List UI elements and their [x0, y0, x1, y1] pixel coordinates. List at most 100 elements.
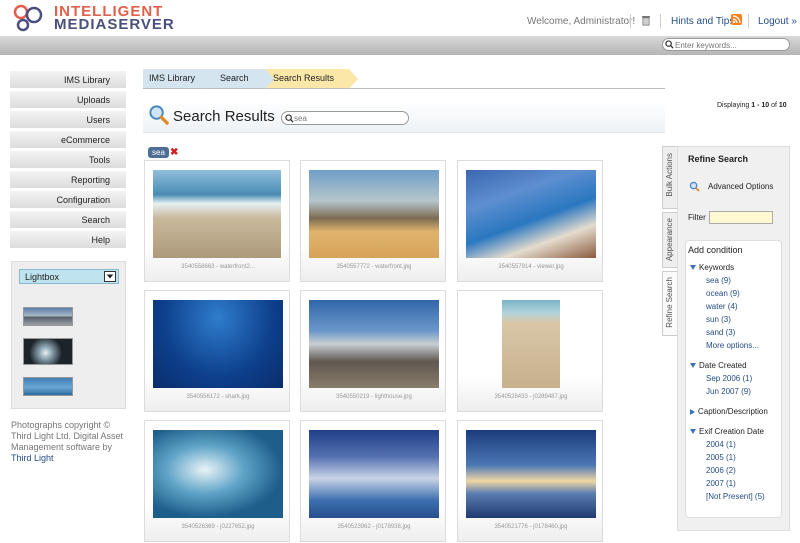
result-caption: 3540528433 - j0289487.jpg — [494, 394, 568, 400]
title-bar: Search Results — [143, 101, 665, 133]
tab-refine-search-label: Refine Search — [665, 277, 674, 328]
copyright-body: Photographs copyright © Third Light Ltd.… — [11, 420, 124, 452]
keyword-ocean[interactable]: ocean (9) — [706, 289, 740, 298]
result-caption: 3540523962 - j0178938.jpg — [337, 524, 411, 530]
add-condition-box: Add condition Keywords sea (9) ocean (9)… — [685, 240, 782, 518]
menu-item-help[interactable]: Help — [10, 230, 126, 248]
trash-icon[interactable] — [641, 14, 651, 26]
breadcrumb-item-search[interactable]: Search — [205, 69, 265, 88]
results-count-range: 1 - 10 — [751, 102, 770, 109]
logo-icon[interactable] — [12, 3, 48, 33]
welcome-text: Welcome, Administrator! — [527, 16, 636, 27]
result-caption: 3540521776 - j0178460.jpg — [494, 524, 568, 530]
result-caption: 3540557772 - waterfront.jpg — [336, 264, 412, 270]
result-tile[interactable]: 3540526369 - j0227652.jpg — [144, 420, 290, 542]
logo-text-bottom: MEDIASERVER — [54, 16, 175, 33]
keyword-sea[interactable]: sea (9) — [706, 276, 731, 285]
refine-panel: Refine Search Advanced Options Filter Ad… — [677, 146, 790, 531]
menu-item-users[interactable]: Users — [10, 110, 126, 128]
result-tile[interactable]: 3540557772 - waterfront.jpg — [300, 160, 446, 282]
breadcrumb-separator — [265, 69, 274, 89]
breadcrumb-item-ims-library[interactable]: IMS Library — [143, 69, 205, 88]
result-caption: 3540557914 - viewer.jpg — [498, 264, 564, 270]
breadcrumb-separator — [205, 69, 214, 89]
result-tile[interactable]: 3540521776 - j0178460.jpg — [457, 420, 603, 542]
date-sep-2006[interactable]: Sep 2006 (1) — [706, 374, 752, 383]
result-thumbnail[interactable] — [466, 170, 596, 258]
result-thumbnail[interactable] — [502, 300, 560, 388]
keywords-heading-label: Keywords — [699, 263, 735, 272]
result-thumbnail[interactable] — [153, 430, 283, 518]
triangle-down-icon — [690, 265, 696, 271]
date-jun-2007[interactable]: Jun 2007 (9) — [706, 387, 751, 396]
exif-2004[interactable]: 2004 (1) — [706, 440, 736, 449]
exif-2006[interactable]: 2006 (2) — [706, 466, 736, 475]
triangle-down-icon — [690, 363, 696, 369]
result-thumbnail[interactable] — [309, 430, 439, 518]
menu-item-tools[interactable]: Tools — [10, 150, 126, 168]
search-icon[interactable] — [689, 181, 700, 192]
tab-bulk-actions[interactable]: Bulk Actions — [662, 146, 678, 209]
search-icon — [285, 114, 294, 123]
result-tile[interactable]: 3540523962 - j0178938.jpg — [300, 420, 446, 542]
menu-item-uploads[interactable]: Uploads — [10, 90, 126, 108]
result-thumbnail[interactable] — [466, 430, 596, 518]
tab-appearance-label: Appearance — [665, 218, 674, 262]
hints-link[interactable]: Hints and Tips — [671, 16, 734, 27]
tab-refine-search[interactable]: Refine Search — [662, 271, 678, 336]
top-search-box[interactable] — [662, 38, 790, 51]
filter-input[interactable] — [709, 211, 773, 224]
caption-description-heading[interactable]: Caption/Description — [690, 407, 768, 416]
triangle-right-icon — [690, 408, 695, 415]
result-tile[interactable]: 3540558663 - waterfront2... — [144, 160, 290, 282]
results-search-input[interactable] — [294, 113, 404, 123]
top-search-input[interactable] — [675, 40, 785, 50]
result-thumbnail[interactable] — [309, 300, 439, 388]
chevron-down-icon[interactable] — [104, 271, 116, 282]
logout-link[interactable]: Logout » — [758, 16, 797, 27]
advanced-options-link[interactable]: Advanced Options — [708, 182, 773, 191]
rss-icon[interactable] — [731, 14, 742, 25]
result-thumbnail[interactable] — [153, 300, 283, 388]
results-count-of: of — [771, 102, 777, 109]
breadcrumb: IMS Library Search Search Results — [143, 69, 665, 89]
keyword-sun[interactable]: sun (3) — [706, 315, 731, 324]
divider — [660, 14, 661, 28]
search-tag: sea — [148, 147, 169, 158]
menu-item-ecommerce[interactable]: eCommerce — [10, 130, 126, 148]
remove-tag-icon[interactable]: ✖ — [170, 147, 178, 158]
exif-not-present[interactable]: [Not Present] (5) — [706, 492, 765, 501]
result-caption: 3540550219 - lighthouse.jpg — [336, 394, 412, 400]
lightbox-thumbnail[interactable] — [23, 338, 73, 365]
menu-item-reporting[interactable]: Reporting — [10, 170, 126, 188]
third-light-link[interactable]: Third Light — [11, 453, 54, 463]
menu-item-search[interactable]: Search — [10, 210, 126, 228]
result-thumbnail[interactable] — [309, 170, 439, 258]
keywords-heading[interactable]: Keywords — [690, 263, 734, 272]
keyword-more-options[interactable]: More options... — [706, 341, 759, 350]
result-tile[interactable]: 3540556172 - shark.jpg — [144, 290, 290, 412]
result-tile[interactable]: 3540528433 - j0289487.jpg — [457, 290, 603, 412]
breadcrumb-separator — [349, 69, 358, 89]
exif-2005[interactable]: 2005 (1) — [706, 453, 736, 462]
lightbox-thumbnail[interactable] — [23, 307, 73, 326]
header: INTELLIGENT MEDIASERVER Welcome, Adminis… — [0, 0, 800, 36]
results-count-prefix: Displaying — [717, 102, 750, 109]
exif-2007[interactable]: 2007 (1) — [706, 479, 736, 488]
menu-item-ims-library[interactable]: IMS Library — [10, 70, 126, 88]
result-tile[interactable]: 3540550219 - lighthouse.jpg — [300, 290, 446, 412]
result-thumbnail[interactable] — [153, 170, 281, 258]
lightbox-thumbnail[interactable] — [23, 377, 73, 396]
lightbox-select[interactable]: Lightbox — [19, 269, 119, 284]
breadcrumb-item-search-results: Search Results — [265, 69, 349, 88]
keyword-sand[interactable]: sand (3) — [706, 328, 735, 337]
tab-appearance[interactable]: Appearance — [662, 212, 678, 268]
menu-item-configuration[interactable]: Configuration — [10, 190, 126, 208]
keyword-water[interactable]: water (4) — [706, 302, 738, 311]
results-count: Displaying 1 - 10 of 10 — [717, 102, 787, 109]
result-tile[interactable]: 3540557914 - viewer.jpg — [457, 160, 603, 282]
results-search-box[interactable] — [281, 111, 409, 125]
exif-creation-date-heading[interactable]: Exif Creation Date — [690, 427, 764, 436]
date-created-heading-label: Date Created — [699, 361, 747, 370]
date-created-heading[interactable]: Date Created — [690, 361, 747, 370]
